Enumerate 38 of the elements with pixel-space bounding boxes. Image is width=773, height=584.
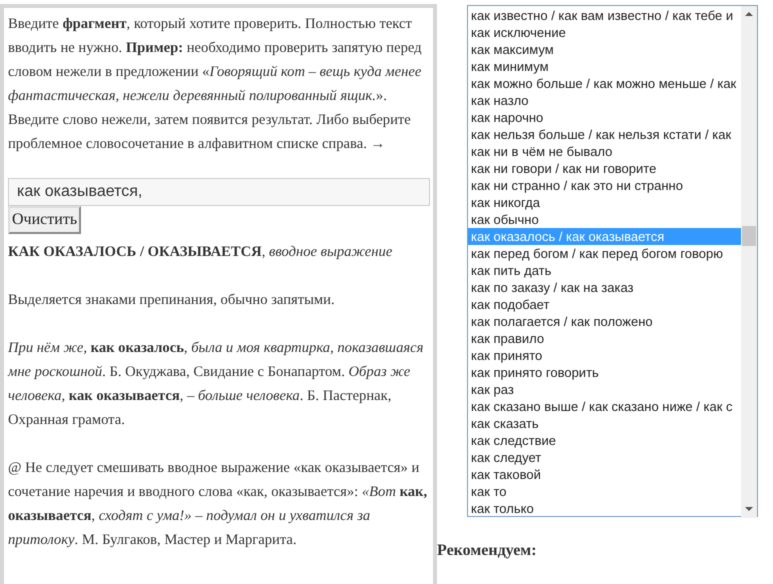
list-option[interactable]: как минимум bbox=[468, 58, 741, 75]
recommend-heading: Рекомендуем: bbox=[437, 541, 538, 561]
list-option[interactable]: как известно / как вам известно / как тебе и bbox=[468, 7, 741, 24]
list-option[interactable]: как ни говори / как ни говорите bbox=[468, 160, 741, 177]
list-option[interactable]: как пить дать bbox=[468, 262, 741, 279]
list-option[interactable]: как правило bbox=[468, 330, 741, 347]
clear-button[interactable]: Очистить bbox=[8, 206, 82, 234]
list-option[interactable]: как полагается / как положено bbox=[468, 313, 741, 330]
list-option[interactable]: как принято bbox=[468, 347, 741, 364]
list-option[interactable]: как исключение bbox=[468, 24, 741, 41]
list-option[interactable]: как сказано выше / как сказано ниже / как с bbox=[468, 398, 741, 415]
phrase-listbox[interactable] bbox=[467, 5, 758, 517]
list-option[interactable]: как ни в чём не бывало bbox=[468, 143, 741, 160]
list-option[interactable]: как перед богом / как перед богом говорю bbox=[468, 245, 741, 262]
list-option[interactable]: как можно больше / как можно меньше / как bbox=[468, 75, 741, 92]
list-option[interactable]: как ни странно / как это ни странно bbox=[468, 177, 741, 194]
instructions-paragraph: Введите фрагмент, который хотите проверить. Полностью текст вводить не нужно. Пример: необходимо проверить запятую перед словом нежели в предложении «Говорящий кот – вещь куда менее фантастическая, нежели деревянный полированный ящик.». Введите слово нежели, затем появится результат. Либо выберите проблемное словосочетание в алфавитном списке справа. → bbox=[8, 15, 423, 154]
result-paragraph: @ Не следует смешивать вводное выражение «как оказывается» и сочетание наречия и вводного слова «как, оказывается»: «Вот как, оказывается, сходят с ума!» – подумал он и ухватился за притолоку. М. Булгаков, Мастер и Маргарита. bbox=[8, 459, 428, 550]
list-option[interactable]: как никогда bbox=[468, 194, 741, 211]
list-option[interactable]: как только bbox=[468, 500, 741, 517]
list-option[interactable]: как нарочно bbox=[468, 109, 741, 126]
list-option[interactable]: как раз bbox=[468, 381, 741, 398]
list-option[interactable]: как обычно bbox=[468, 211, 741, 228]
result-paragraph: При нём же, как оказалось, была и моя квартирка, показавшаяся мне роскошной. Б. Окуджава, Свидание с Бонапартом. Образ же человека, как оказывается, – больше человека. Б. Пастернак, Охранная грамота. bbox=[8, 339, 424, 430]
search-field[interactable]: как оказывается, bbox=[8, 178, 430, 206]
list-option[interactable]: как следствие bbox=[468, 432, 741, 449]
list-option[interactable]: как назло bbox=[468, 92, 741, 109]
list-option[interactable]: как то bbox=[468, 483, 741, 500]
result-heading: КАК ОКАЗАЛОСЬ / ОКАЗЫВАЕТСЯ, вводное выражение bbox=[8, 243, 394, 262]
list-option[interactable]: как сказать bbox=[468, 415, 741, 432]
result-paragraph: Выделяется знаками препинания, обычно запятыми. bbox=[8, 291, 336, 310]
list-option[interactable]: как принято говорить bbox=[468, 364, 741, 381]
list-option[interactable]: как нельзя больше / как нельзя кстати / как bbox=[468, 126, 741, 143]
list-option[interactable]: как по заказу / как на заказ bbox=[468, 279, 741, 296]
list-option[interactable]: как максимум bbox=[468, 41, 741, 58]
list-option[interactable]: как следует bbox=[468, 449, 741, 466]
list-option[interactable]: как таковой bbox=[468, 466, 741, 483]
list-option[interactable]: как подобает bbox=[468, 296, 741, 313]
